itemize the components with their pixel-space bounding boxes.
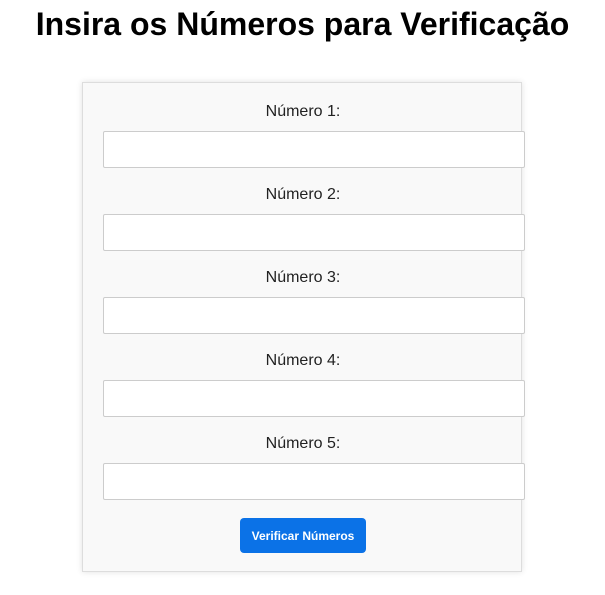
page-title: Insira os Números para Verificação [35, 6, 570, 42]
number-3-label: Número 3: [265, 269, 341, 286]
number-3-input[interactable] [103, 297, 525, 334]
page: Insira os Números para Verificação Númer… [0, 0, 605, 595]
number-1-input[interactable] [103, 131, 525, 168]
number-4-label: Número 4: [265, 352, 341, 369]
number-5-label: Número 5: [265, 435, 341, 452]
number-form: Número 1: Número 2: Número 3: Número 4: … [82, 82, 525, 572]
number-5-input[interactable] [103, 463, 525, 500]
number-2-label: Número 2: [265, 186, 341, 203]
verify-numbers-button[interactable]: Verificar Números [240, 518, 366, 553]
number-1-label: Número 1: [265, 103, 341, 120]
number-4-input[interactable] [103, 380, 525, 417]
number-2-input[interactable] [103, 214, 525, 251]
